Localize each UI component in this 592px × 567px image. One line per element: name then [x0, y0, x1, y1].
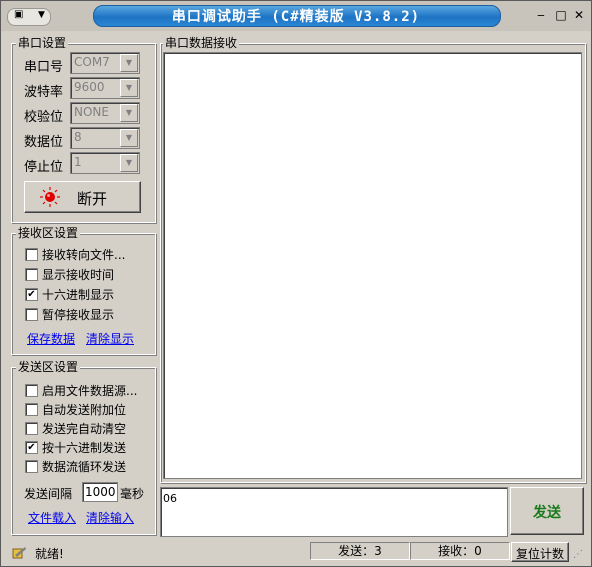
- clear-input-link[interactable]: 清除输入: [86, 509, 134, 526]
- send-settings-group: 发送区设置 启用文件数据源... 自动发送附加位 发送完自动清空 ✔ 按十六进制…: [11, 359, 156, 535]
- hex-send-checkbox[interactable]: ✔: [25, 441, 38, 454]
- auto-append-checkbox[interactable]: [25, 403, 38, 416]
- resize-grip-icon[interactable]: ⋰: [573, 549, 583, 560]
- connect-label: 断开: [77, 190, 108, 208]
- receive-settings-title: 接收区设置: [16, 225, 81, 241]
- receive-to-file-checkbox[interactable]: [25, 248, 38, 261]
- status-bar: 就绪! 发送：3 接收：0 复位计数 ⋰: [1, 541, 591, 565]
- send-option-label: 按十六进制发送: [42, 441, 127, 455]
- status-icon: [12, 547, 26, 559]
- chevron-down-icon[interactable]: ▼: [120, 104, 138, 122]
- receive-data-area[interactable]: [163, 52, 582, 479]
- chevron-down-icon[interactable]: ▼: [120, 129, 138, 147]
- send-interval-value: 1000: [85, 485, 116, 499]
- receive-data-title: 串口数据接收: [163, 35, 240, 51]
- send-option-label: 数据流循环发送: [42, 460, 127, 474]
- send-settings-title: 发送区设置: [16, 359, 81, 375]
- receive-option-label: 显示接收时间: [42, 268, 115, 282]
- chevron-down-icon[interactable]: ▼: [120, 54, 138, 72]
- maximize-icon: □: [555, 8, 567, 22]
- serial-settings-group: 串口设置 串口号 COM7 ▼ 波特率 9600 ▼ 校验位 NONE ▼ 数据…: [11, 35, 156, 223]
- main-window: ▣ ▼ 串口调试助手 (C#精装版 V3.8.2) ‒ □ ✕ 串口设置 串口号…: [0, 0, 592, 567]
- send-option-label: 自动发送附加位: [42, 403, 127, 417]
- window-title: 串口调试助手 (C#精装版 V3.8.2): [171, 9, 421, 25]
- stopbits-value: 1: [74, 155, 82, 169]
- chevron-down-icon[interactable]: ▼: [120, 154, 138, 172]
- databits-value: 8: [74, 130, 82, 144]
- send-interval-input[interactable]: 1000: [82, 482, 118, 502]
- send-input-area[interactable]: 06: [160, 487, 508, 537]
- send-interval-label: 发送间隔: [24, 487, 73, 501]
- databits-select[interactable]: 8 ▼: [70, 127, 140, 149]
- title-bar[interactable]: ▣ ▼ 串口调试助手 (C#精装版 V3.8.2) ‒ □ ✕: [1, 1, 591, 31]
- pause-receive-checkbox[interactable]: [25, 308, 38, 321]
- port-label: 串口号: [24, 60, 64, 75]
- checkmark-icon: ✔: [27, 442, 36, 453]
- receive-settings-group: 接收区设置 接收转向文件... 显示接收时间 ✔ 十六进制显示 暂停接收显示 保…: [11, 225, 156, 355]
- hex-display-checkbox[interactable]: ✔: [25, 288, 38, 301]
- receive-option-label: 接收转向文件...: [42, 248, 126, 262]
- send-option-label: 启用文件数据源...: [42, 384, 138, 398]
- receive-option-label: 十六进制显示: [42, 288, 115, 302]
- baud-value: 9600: [74, 80, 105, 94]
- close-button[interactable]: ✕: [571, 7, 587, 23]
- maximize-button[interactable]: □: [553, 7, 569, 23]
- minimize-icon: ‒: [537, 8, 545, 22]
- received-count: 接收：0: [410, 542, 510, 560]
- receive-data-group: 串口数据接收: [160, 35, 586, 483]
- connect-button[interactable]: 断开: [24, 181, 141, 213]
- baud-label: 波特率: [24, 85, 64, 100]
- send-interval-unit: 毫秒: [120, 487, 145, 501]
- close-icon: ✕: [573, 8, 585, 22]
- reset-count-label: 复位计数: [515, 547, 564, 561]
- power-status-icon: [40, 187, 60, 207]
- clear-display-link[interactable]: 清除显示: [86, 330, 134, 347]
- reset-count-button[interactable]: 复位计数: [511, 542, 569, 562]
- parity-label: 校验位: [24, 110, 64, 125]
- minimize-button[interactable]: ‒: [533, 7, 549, 23]
- sent-count: 发送：3: [310, 542, 410, 560]
- checkmark-icon: ✔: [27, 289, 36, 300]
- file-source-checkbox[interactable]: [25, 384, 38, 397]
- serial-settings-title: 串口设置: [16, 35, 69, 51]
- stopbits-select[interactable]: 1 ▼: [70, 152, 140, 174]
- port-value: COM7: [74, 55, 110, 69]
- chevron-down-icon[interactable]: ▼: [120, 79, 138, 97]
- databits-label: 数据位: [24, 135, 64, 150]
- send-button-label: 发送: [533, 505, 561, 521]
- send-button[interactable]: 发送: [510, 487, 584, 535]
- chevron-down-icon: ▼: [38, 10, 45, 20]
- load-file-link[interactable]: 文件载入: [28, 509, 76, 526]
- stopbits-label: 停止位: [24, 160, 64, 175]
- status-text: 就绪!: [35, 547, 64, 561]
- port-select[interactable]: COM7 ▼: [70, 52, 140, 74]
- loop-send-checkbox[interactable]: [25, 460, 38, 473]
- show-receive-time-checkbox[interactable]: [25, 268, 38, 281]
- auto-clear-checkbox[interactable]: [25, 422, 38, 435]
- parity-select[interactable]: NONE ▼: [70, 102, 140, 124]
- baud-select[interactable]: 9600 ▼: [70, 77, 140, 99]
- send-input-value: 06: [163, 492, 177, 505]
- menu-icon: ▣: [14, 9, 24, 20]
- parity-value: NONE: [74, 105, 109, 119]
- receive-option-label: 暂停接收显示: [42, 308, 115, 322]
- save-data-link[interactable]: 保存数据: [27, 330, 75, 347]
- send-option-label: 发送完自动清空: [42, 422, 127, 436]
- system-menu-button[interactable]: ▣ ▼: [7, 8, 51, 26]
